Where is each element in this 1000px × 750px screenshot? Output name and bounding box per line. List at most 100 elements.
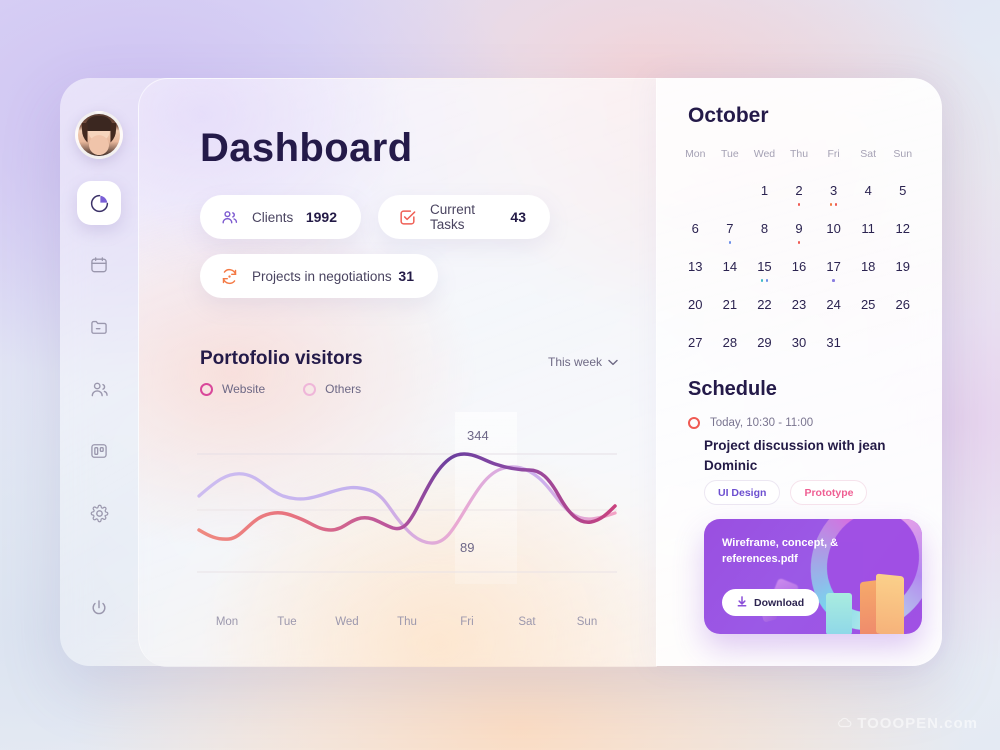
users-icon (89, 379, 110, 400)
schedule-event-time: Today, 10:30 - 11:00 (710, 417, 814, 429)
check-square-icon (398, 208, 417, 227)
calendar-event-dots (713, 239, 748, 246)
calendar-day-cell[interactable]: 2 (782, 170, 817, 208)
stat-card-current-tasks[interactable]: Current Tasks 43 (378, 195, 550, 239)
calendar-week-row: 27 28 29 30 31 (678, 322, 920, 360)
calendar-day-cell[interactable]: 31 (816, 322, 851, 360)
calendar-day-number: 29 (757, 335, 772, 350)
calendar-day-cell[interactable]: 13 (678, 246, 713, 284)
tag-prototype[interactable]: Prototype (790, 480, 868, 505)
calendar-day-number: 18 (860, 259, 876, 274)
calendar-event-dots (885, 338, 920, 345)
calendar-day-number: 20 (688, 297, 703, 312)
calendar-day-number: 1 (760, 183, 769, 198)
tag-ui-design[interactable]: UI Design (704, 480, 781, 505)
calendar-day-cell[interactable]: 16 (782, 246, 817, 284)
sidebar-item-calendar[interactable] (77, 243, 121, 287)
calendar-day-number: 23 (791, 297, 807, 312)
calendar-day-cell[interactable]: 3 (816, 170, 851, 208)
calendar-day-cell[interactable]: 28 (713, 322, 748, 360)
x-tick: Tue (277, 616, 297, 628)
calendar-day-cell[interactable]: 14 (713, 246, 748, 284)
calendar-day-cell[interactable]: 5 (885, 170, 920, 208)
calendar-day-cell[interactable]: 9 (782, 208, 817, 246)
cloud-icon (837, 715, 852, 732)
avatar[interactable] (75, 111, 123, 159)
calendar-event-dots (851, 315, 886, 322)
calendar-day-number: 15 (757, 259, 772, 274)
calendar-day-cell[interactable]: 4 (851, 170, 886, 208)
calendar-day-cell[interactable]: 27 (678, 322, 713, 360)
calendar-event-dots (747, 315, 782, 322)
calendar-event-dot (797, 241, 801, 244)
calendar-day-number (713, 170, 748, 186)
sidebar-item-analytics[interactable] (77, 181, 121, 225)
calendar-day-cell[interactable]: 12 (885, 208, 920, 246)
calendar-dow: Thu (782, 142, 817, 170)
calendar-day-number: 28 (722, 335, 738, 350)
calendar-header-row: Mon Tue Wed Thu Fri Sat Sun (678, 142, 920, 170)
calendar-day-cell[interactable]: 15 (747, 246, 782, 284)
legend-item-website[interactable]: Website (200, 382, 265, 396)
calendar-day-number: 8 (760, 221, 769, 236)
calendar-day-cell[interactable]: 1 (747, 170, 782, 208)
calendar-day-cell[interactable]: 17 (816, 246, 851, 284)
legend-label: Website (222, 382, 266, 396)
calendar-day-cell[interactable]: 11 (851, 208, 886, 246)
sidebar-item-projects[interactable] (77, 429, 121, 473)
calendar-day-number: 30 (791, 335, 807, 350)
sidebar-item-logout[interactable] (77, 586, 121, 630)
stat-card-clients[interactable]: Clients 1992 (200, 195, 361, 239)
gear-icon (89, 503, 110, 524)
calendar-dow-label: Tue (721, 148, 739, 160)
calendar-day-number: 11 (861, 221, 875, 236)
calendar-day-cell[interactable]: 18 (851, 246, 886, 284)
download-button[interactable]: Download (722, 589, 820, 616)
x-tick: Sat (518, 616, 536, 628)
calendar-day-cell[interactable]: 24 (816, 284, 851, 322)
stat-card-projects-in-negotiations[interactable]: Projects in negotiations 31 (200, 254, 438, 298)
download-label: Download (754, 596, 805, 609)
calendar-day-cell[interactable]: 20 (678, 284, 713, 322)
calendar-day-cell[interactable]: 29 (747, 322, 782, 360)
calendar-dow-label: Sun (893, 148, 913, 160)
calendar-day-number: 21 (722, 297, 738, 312)
watermark-text: TOOOPEN.com (857, 715, 978, 732)
calendar-day-cell[interactable]: 7 (713, 208, 748, 246)
calendar-day-cell[interactable]: 25 (851, 284, 886, 322)
calendar-day-number: 17 (826, 259, 841, 274)
sidebar-item-clients[interactable] (77, 367, 121, 411)
calendar-day-cell[interactable]: 19 (885, 246, 920, 284)
calendar-day-cell[interactable]: 10 (816, 208, 851, 246)
schedule-event-tags: UI Design Prototype (704, 480, 868, 505)
calendar-day-number: 3 (829, 183, 838, 198)
x-tick: Thu (397, 616, 417, 628)
calendar-empty-cell (713, 170, 748, 208)
stat-label: Current Tasks (430, 202, 476, 232)
calendar-day-number (885, 322, 920, 338)
sidebar-item-files[interactable] (77, 305, 121, 349)
calendar-event-dots (678, 186, 713, 193)
calendar-day-cell[interactable]: 23 (782, 284, 817, 322)
visitors-line-chart[interactable]: 344 89 (197, 412, 617, 590)
calendar-day-cell[interactable]: 21 (713, 284, 748, 322)
calendar-day-number: 27 (688, 335, 703, 350)
pie-chart-icon (89, 193, 110, 214)
legend-item-others[interactable]: Others (303, 382, 361, 396)
calendar-day-cell[interactable]: 26 (885, 284, 920, 322)
calendar-day-cell[interactable]: 22 (747, 284, 782, 322)
calendar-day-cell[interactable]: 30 (782, 322, 817, 360)
calendar-dow: Wed (747, 142, 782, 170)
calendar-event-dots (747, 277, 782, 284)
sidebar (60, 78, 138, 666)
calendar-dow: Sun (885, 142, 920, 170)
calendar-day-cell[interactable]: 6 (678, 208, 713, 246)
calendar-event-dots (816, 239, 851, 246)
file-attachment-card[interactable]: Wireframe, concept, & references.pdf Dow… (704, 519, 922, 634)
calendar-day-cell[interactable]: 8 (747, 208, 782, 246)
calendar-day-number: 12 (895, 221, 910, 236)
calendar-event-dots (851, 277, 886, 284)
sidebar-item-settings[interactable] (77, 491, 121, 535)
chart-range-selector[interactable]: This week (548, 355, 618, 369)
series-line-others (197, 465, 617, 545)
